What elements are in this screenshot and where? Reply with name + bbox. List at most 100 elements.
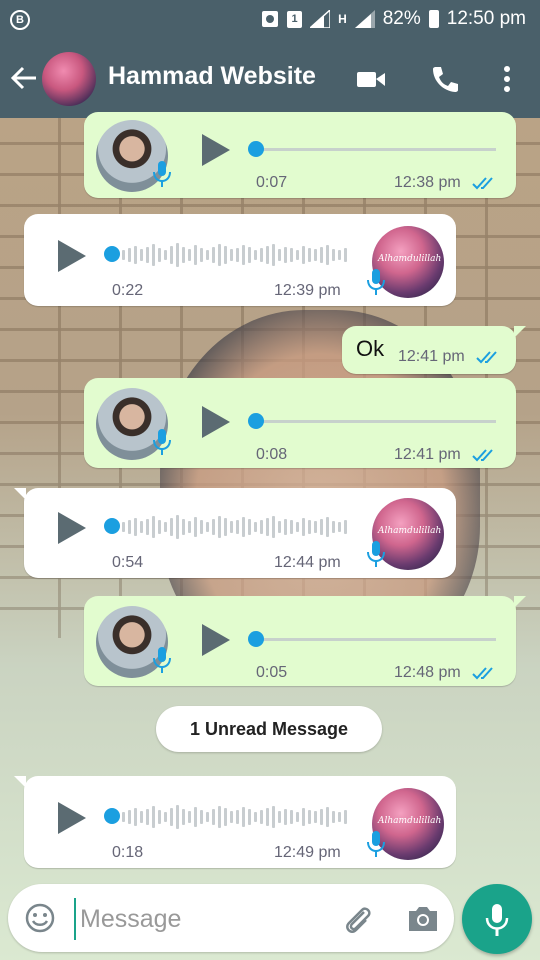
waveform-bar [146,809,149,825]
waveform-bar [206,250,209,260]
waveform-bar [254,250,257,260]
voice-scrubber[interactable] [248,413,264,429]
waveform-bar [194,245,197,265]
more-vert-icon[interactable] [492,64,522,94]
waveform-bar [140,249,143,261]
waveform-bar [308,248,311,262]
waveform-bar [296,812,299,822]
waveform-bar [302,808,305,826]
record-voice-button[interactable] [462,884,532,954]
waveform-bar [320,519,323,535]
incoming-voice-message[interactable]: 0:18 12:49 pm Alhamdulillah [14,776,456,868]
mic-icon [153,161,171,187]
outgoing-text-message[interactable]: Ok 12:41 pm [342,326,526,374]
waveform-bar [296,522,299,532]
contact-avatar[interactable] [42,52,96,106]
play-icon[interactable] [202,134,230,166]
waveform-bar [260,520,263,534]
waveform-bar [266,246,269,264]
incoming-voice-message[interactable]: 0:22 12:39 pm Alhamdulillah [24,214,456,306]
outgoing-voice-message[interactable]: 0:08 12:41 pm [84,378,516,468]
play-icon[interactable] [58,512,86,544]
message-input[interactable] [74,898,332,940]
waveform-bar [218,244,221,266]
mic-icon [367,831,385,857]
waveform-bar [122,250,125,260]
voice-track[interactable] [250,148,496,151]
waveform-bar [194,807,197,827]
waveform-bar [224,246,227,264]
waveform-bar [182,809,185,825]
contact-name[interactable]: Hammad Website [108,62,316,91]
waveform-bar [164,522,167,532]
play-icon[interactable] [58,802,86,834]
waveform-bar [296,250,299,260]
waveform-bar [248,247,251,263]
outgoing-voice-message[interactable]: 0:07 12:38 pm [84,112,516,198]
message-time: 12:39 pm [274,282,341,299]
voice-track[interactable] [250,420,496,423]
back-arrow-icon[interactable] [10,64,38,92]
waveform-bar [206,522,209,532]
voice-track[interactable] [250,638,496,641]
waveform-bar [302,518,305,536]
waveform-bar [326,807,329,827]
clock: 12:50 pm [446,8,526,29]
outgoing-voice-message[interactable]: 0:05 12:48 pm [84,596,526,686]
waveform-bar [170,246,173,264]
waveform-bar [260,248,263,262]
voice-scrubber[interactable] [104,808,120,824]
camera-icon[interactable] [406,902,440,934]
waveform-bar [218,516,221,538]
waveform-bar [224,518,227,536]
waveform-bar [152,806,155,828]
voice-scrubber[interactable] [104,518,120,534]
waveform-bar [290,248,293,262]
waveform-bar [158,810,161,824]
waveform-bar [188,521,191,533]
waveform-bar [152,244,155,266]
battery-icon [428,10,439,28]
waveform-bar [182,519,185,535]
waveform-bar [248,519,251,535]
waveform-bar [134,808,137,826]
sim-badge: 1 [287,10,303,28]
waveform-bar [176,243,179,267]
waveform-bar [272,806,275,828]
voice-scrubber[interactable] [104,246,120,262]
waveform-bar [194,517,197,537]
video-call-icon[interactable] [356,64,386,94]
waveform-bar [308,810,311,824]
attach-icon[interactable] [340,902,374,936]
message-time: 12:38 pm [394,174,461,191]
play-icon[interactable] [202,624,230,656]
waveform-bar [176,515,179,539]
voice-scrubber[interactable] [248,141,264,157]
voice-scrubber[interactable] [248,631,264,647]
voice-duration: 0:18 [112,844,144,861]
double-tick-icon [472,177,493,190]
waveform-bar [338,250,341,260]
waveform-bar [290,520,293,534]
phone-icon[interactable] [430,64,460,94]
waveform-bar [314,521,317,533]
waveform-bar [302,246,305,264]
waveform-bar [332,811,335,823]
waveform-bar [338,812,341,822]
emoji-icon[interactable] [24,902,56,934]
incoming-voice-message[interactable]: 0:54 12:44 pm Alhamdulillah [14,488,456,578]
message-time: 12:41 pm [398,348,465,365]
waveform-bar [140,811,143,823]
waveform-bar [260,810,263,824]
avatar-logo-text: Alhamdulillah [378,526,442,536]
waveform-bar [320,809,323,825]
waveform-bar [128,520,131,534]
mic-icon [153,647,171,673]
play-icon[interactable] [202,406,230,438]
play-icon[interactable] [58,240,86,272]
waveform-bar [140,521,143,533]
waveform-bar [134,518,137,536]
waveform-bar [212,809,215,825]
waveform-bar [188,249,191,261]
chat-header: Hammad Website [0,40,540,118]
